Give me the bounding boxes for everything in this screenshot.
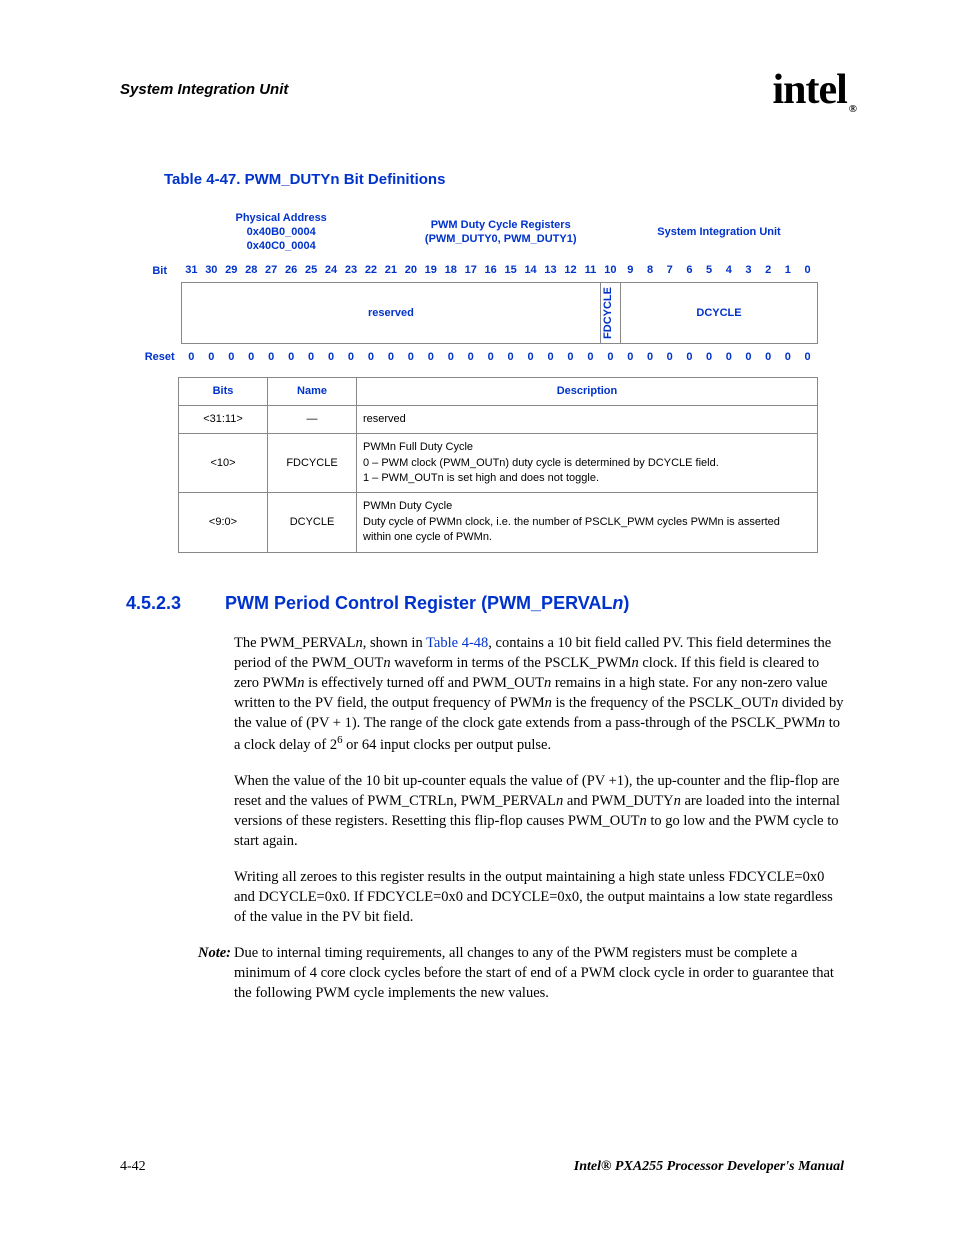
content-wrap: Physical Address 0x40B0_0004 0x40C0_0004… [138,205,844,1003]
description-table: Bits Name Description <31:11> — reserved… [178,377,818,553]
page-number: 4-42 [120,1158,146,1177]
manual-title: Intel® PXA255 Processor Developer's Manu… [574,1158,844,1177]
phys-addr-2: 0x40C0_0004 [247,240,316,252]
reset-label: Reset [138,344,181,371]
note-label: Note: [198,943,234,1003]
page: System Integration Unit intel® Table 4-4… [0,0,954,1235]
paragraph-2: When the value of the 10 bit up-counter … [234,771,844,851]
section-number: 4.5.2.3 [126,591,181,615]
section-heading: 4.5.2.3 PWM Period Control Register (PWM… [126,591,844,615]
table-caption: Table 4-47. PWM_DUTYn Bit Definitions [164,170,844,190]
register-bit-table: Physical Address 0x40B0_0004 0x40C0_0004… [138,205,818,372]
field-fdcycle: FDCYCLE [600,283,620,344]
table-row: <9:0> DCYCLE PWMn Duty Cycle Duty cycle … [179,493,818,552]
field-reserved: reserved [181,283,600,344]
phys-addr-label: Physical Address [236,212,327,224]
table-row: <10> FDCYCLE PWMn Full Duty Cycle 0 – PW… [179,434,818,493]
registered-mark: ® [849,103,856,115]
running-head: System Integration Unit [120,80,844,100]
page-footer: 4-42 Intel® PXA255 Processor Developer's… [120,1158,844,1177]
col-name: Name [268,378,357,406]
section-title: PWM Period Control Register (PWM_PERVALn… [225,591,629,615]
reset-row: Reset 0 0 0 0 0 0 0 0 0 0 0 0 0 0 0 0 0 … [138,344,818,371]
col-bits: Bits [179,378,268,406]
logo-text: intel [772,67,846,113]
reg-name-2: (PWM_DUTY0, PWM_DUTY1) [425,233,577,245]
link-table-4-48[interactable]: Table 4-48 [426,635,488,651]
paragraph-1: The PWM_PERVALn, shown in Table 4-48, co… [234,633,844,755]
table-row: <31:11> — reserved [179,405,818,433]
bit-field-row: reserved FDCYCLE DCYCLE [138,283,818,344]
note-block: Note: Due to internal timing requirement… [198,943,844,1003]
bit-label: Bit [138,259,181,282]
phys-addr-1: 0x40B0_0004 [247,226,316,238]
col-desc: Description [357,378,818,406]
bit-number-row: Bit 31 30 29 28 27 26 25 24 23 22 21 20 … [138,259,818,282]
paragraph-3: Writing all zeroes to this register resu… [234,867,844,927]
intel-logo: intel® [772,62,856,119]
reg-name-1: PWM Duty Cycle Registers [431,219,571,231]
field-dcycle: DCYCLE [620,283,817,344]
body-text: The PWM_PERVALn, shown in Table 4-48, co… [234,633,844,927]
unit-name: System Integration Unit [657,226,780,238]
note-body: Due to internal timing requirements, all… [234,943,844,1003]
